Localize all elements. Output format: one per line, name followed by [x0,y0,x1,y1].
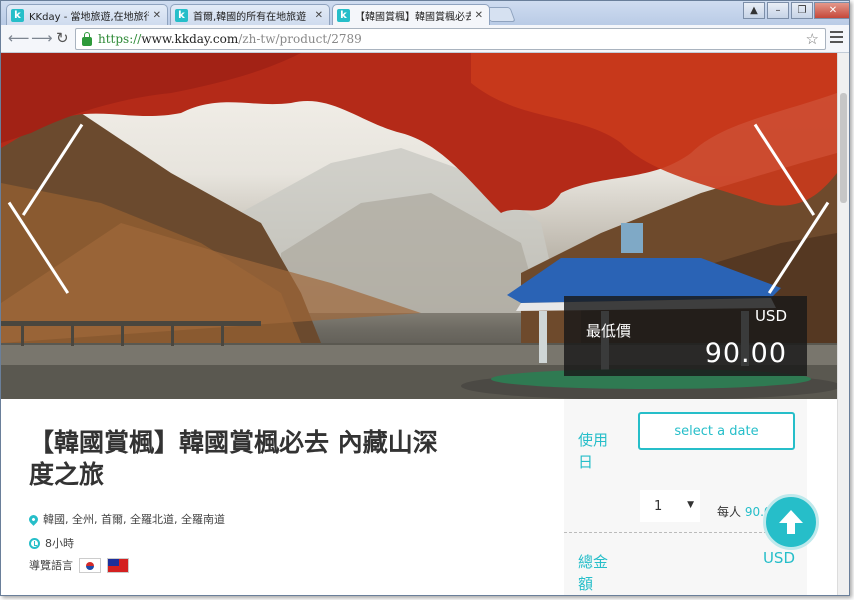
price-value: 90.00 [704,338,787,369]
close-window-button[interactable]: ✕ [814,2,849,19]
scroll-top-button[interactable] [763,494,819,550]
hero-carousel: 最低價 USD 90.00 [1,53,837,399]
menu-icon[interactable] [830,31,843,43]
lowest-price-box: 最低價 USD 90.00 [564,296,807,376]
product-location: 韓國, 全州, 首爾, 全羅北道, 全羅南道 [27,511,225,527]
price-currency: USD [754,307,787,325]
url-protocol: https:// [98,32,142,46]
tab-close-icon[interactable]: ✕ [475,10,483,21]
location-pin-icon [27,512,40,526]
browser-toolbar: ⟵ ⟶ ↻ https:// www.kkday.com /zh-tw/prod… [1,25,849,53]
duration-text: 8小時 [45,537,74,550]
tab-kkday-home[interactable]: k KKday - 當地旅遊,在地旅行 ✕ [6,4,168,25]
location-text: 韓國, 全州, 首爾, 全羅北道, 全羅南道 [43,513,225,526]
minimize-button[interactable]: – [767,2,789,19]
back-icon[interactable]: ⟵ [8,30,30,46]
tab-close-icon[interactable]: ✕ [153,10,161,21]
tab-seoul[interactable]: k 首爾,韓國的所有在地旅遊 ✕ [170,4,330,25]
use-day-label: 使用日 [578,431,609,471]
star-icon[interactable]: ☆ [806,30,819,48]
quantity-select[interactable]: 1 ▼ [640,490,700,522]
carousel-prev-icon[interactable] [7,123,87,294]
korea-flag-icon [79,557,101,573]
url-path: /zh-tw/product/2789 [238,32,362,46]
carousel-next-icon[interactable] [753,123,833,294]
browser-window: k KKday - 當地旅遊,在地旅行 ✕ k 首爾,韓國的所有在地旅遊 ✕ k… [0,0,850,596]
total-label: 總金額 [578,553,609,593]
tab-title: 【韓國賞楓】韓國賞楓必去 [355,11,471,23]
kkday-favicon-icon: k [11,8,24,22]
guide-language: 導覽語言 [29,557,129,573]
restore-button[interactable]: ❐ [791,2,813,19]
product-content: 【韓國賞楓】韓國賞楓必去 內藏山深度之旅 韓國, 全州, 首爾, 全羅北道, 全… [1,399,837,595]
tab-product-active[interactable]: k 【韓國賞楓】韓國賞楓必去 ✕ [332,4,490,25]
tab-strip: k KKday - 當地旅遊,在地旅行 ✕ k 首爾,韓國的所有在地旅遊 ✕ k… [1,1,849,25]
lock-icon [82,31,92,46]
quantity-value: 1 [654,498,663,514]
booking-panel: 使用日 select a date 1 ▼ 每人 90.00 總金額 USD [564,399,807,595]
user-icon[interactable]: ▲ [743,2,765,19]
product-title: 【韓國賞楓】韓國賞楓必去 內藏山深度之旅 [29,428,438,489]
per-person-label: 每人 [717,505,742,519]
scrollbar-thumb[interactable] [840,93,847,203]
reload-icon[interactable]: ↻ [56,30,69,46]
tab-title: KKday - 當地旅遊,在地旅行 [29,11,149,23]
lowest-price-label: 最低價 [586,322,632,340]
url-host: www.kkday.com [141,32,239,46]
tab-title: 首爾,韓國的所有在地旅遊 [193,11,307,23]
select-date-button[interactable]: select a date [638,412,795,450]
address-bar[interactable]: https:// www.kkday.com /zh-tw/product/27… [75,28,826,50]
scroll-top-icon [779,510,803,534]
forward-icon[interactable]: ⟶ [31,30,53,46]
vertical-scrollbar[interactable] [837,53,849,595]
tab-close-icon[interactable]: ✕ [315,10,323,21]
product-duration: 8小時 [29,535,74,551]
chevron-down-icon: ▼ [687,500,694,510]
taiwan-flag-icon [107,557,129,573]
total-currency: USD [762,549,795,567]
kkday-favicon-icon: k [175,8,188,22]
clock-icon [29,537,40,549]
kkday-favicon-icon: k [337,8,350,22]
guide-language-label: 導覽語言 [29,559,73,572]
